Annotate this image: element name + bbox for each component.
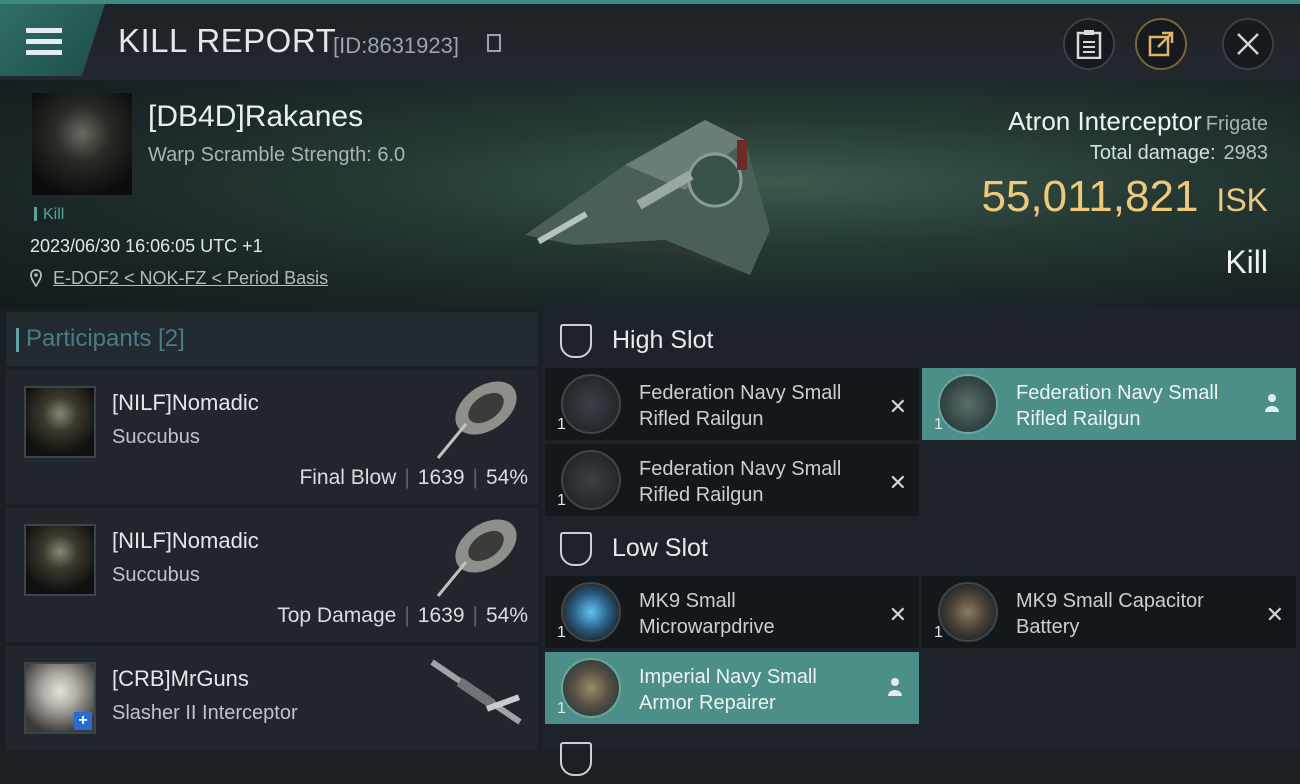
ship-name: Atron Interceptor	[1008, 106, 1202, 136]
stat-separator: |	[472, 604, 478, 627]
isk-amount: 55,011,821	[981, 172, 1199, 221]
module-qty: 1	[934, 624, 943, 641]
module-qty: 1	[557, 492, 566, 509]
location-pin-icon	[30, 269, 42, 288]
participant-ship-image	[436, 381, 517, 459]
participant-avatar[interactable]	[24, 386, 96, 458]
module-item[interactable]: 1 MK9 Small Capacitor Battery ✕	[922, 576, 1296, 648]
participant-portrait	[26, 388, 94, 456]
participant-portrait	[26, 526, 94, 594]
participant-row[interactable]: [NILF]Nomadic Succubus Final Blow | 1639 | 5…	[6, 370, 538, 504]
module-qty: 1	[557, 624, 566, 641]
high-slot-label: High Slot	[612, 326, 714, 354]
report-id: [ID:8631923]	[333, 33, 459, 58]
module-item[interactable]: 1 Imperial Navy Small Armor Repairer	[545, 652, 919, 724]
destroyed-x-icon: ✕	[1265, 602, 1284, 627]
menu-icon-bar	[26, 39, 62, 44]
ship-class: Frigate	[1205, 113, 1268, 135]
kill-result: Kill	[1225, 244, 1268, 280]
destroyed-x-icon: ✕	[888, 602, 907, 627]
person-icon	[888, 678, 902, 696]
participant-avatar[interactable]	[24, 524, 96, 596]
participant-ship-image	[436, 519, 517, 597]
participant-role: Top Damage	[277, 604, 397, 627]
participant-name: [CRB]MrGuns	[112, 666, 249, 691]
module-qty: 1	[557, 700, 566, 717]
total-damage-label: Total damage:	[1089, 142, 1216, 164]
participant-role: Final Blow	[299, 466, 397, 489]
participant-percent: 54%	[485, 604, 528, 627]
kill-tag: Kill	[34, 206, 64, 224]
participant-ship-image	[430, 659, 522, 725]
participants-header: Participants [2]	[6, 312, 538, 366]
module-name: MK9 Small Capacitor Battery	[1016, 590, 1204, 638]
victim-name[interactable]: [DB4D]Rakanes	[148, 100, 363, 134]
kill-datetime: 2023/06/30 16:06:05 UTC +1	[30, 236, 263, 256]
close-icon	[1237, 33, 1259, 55]
railgun-icon	[938, 374, 998, 434]
share-icon	[1148, 31, 1174, 57]
participant-percent: 54%	[485, 466, 528, 489]
participant-avatar[interactable]: +	[24, 662, 96, 734]
copy-icon[interactable]	[487, 34, 501, 52]
participant-ship: Slasher II Interceptor	[112, 702, 298, 724]
slot-icon	[560, 742, 592, 776]
clipboard-icon	[1076, 30, 1102, 59]
total-damage: Total damage: 2983	[1090, 142, 1268, 165]
low-slot-label: Low Slot	[612, 534, 708, 562]
module-qty: 1	[934, 416, 943, 433]
microwarpdrive-icon	[561, 582, 621, 642]
module-item[interactable]: 1 Federation Navy Small Rifled Railgun ✕	[545, 444, 919, 516]
module-qty: 1	[557, 416, 566, 433]
person-icon	[1265, 394, 1279, 412]
page-title: KILL REPORT	[118, 22, 337, 59]
location-link[interactable]: E-DOF2 < NOK-FZ < Period Basis	[53, 268, 328, 288]
module-name: Federation Navy Small Rifled Railgun	[1016, 382, 1219, 430]
close-button[interactable]	[1222, 18, 1274, 70]
railgun-icon	[561, 374, 621, 434]
participant-row[interactable]: + [CRB]MrGuns Slasher II Interceptor	[6, 646, 538, 750]
module-item[interactable]: 1 Federation Navy Small Rifled Railgun	[922, 368, 1296, 440]
participants-label: Participants [2]	[16, 325, 185, 352]
module-name: Federation Navy Small Rifled Railgun	[639, 458, 842, 506]
warp-scramble-strength: Warp Scramble Strength: 6.0	[148, 144, 406, 166]
destroyed-x-icon: ✕	[888, 394, 907, 419]
module-name: Federation Navy Small Rifled Railgun	[639, 382, 842, 430]
capacitor-battery-icon	[938, 582, 998, 642]
participant-row[interactable]: [NILF]Nomadic Succubus Top Damage | 1639 | 5…	[6, 508, 538, 642]
victim-ship-image	[525, 120, 770, 275]
participant-ship: Succubus	[112, 426, 200, 448]
railgun-icon	[561, 450, 621, 510]
low-slot-icon	[560, 532, 592, 566]
module-item[interactable]: 1 MK9 Small Microwarpdrive ✕	[545, 576, 919, 648]
isk-value: 55,011,821 ISK	[981, 172, 1268, 222]
plus-badge-icon: +	[74, 712, 92, 730]
participant-ship: Succubus	[112, 564, 200, 586]
isk-unit: ISK	[1216, 182, 1268, 218]
participant-damage: 1639	[417, 466, 465, 489]
total-damage-value: 2983	[1223, 142, 1269, 164]
participant-stats: Final Blow | 1639 | 54%	[299, 466, 528, 490]
module-name: MK9 Small Microwarpdrive	[639, 590, 775, 638]
victim-avatar[interactable]	[32, 93, 132, 195]
stat-separator: |	[404, 604, 410, 627]
clipboard-button[interactable]	[1063, 18, 1115, 70]
module-name: Imperial Navy Small Armor Repairer	[639, 666, 817, 714]
participant-stats: Top Damage | 1639 | 54%	[277, 604, 528, 628]
high-slot-icon	[560, 324, 592, 358]
participant-damage: 1639	[417, 604, 465, 627]
armor-repairer-icon	[561, 658, 621, 718]
menu-icon-bar	[26, 50, 62, 55]
kill-location[interactable]: E-DOF2 < NOK-FZ < Period Basis	[30, 268, 328, 289]
destroyed-x-icon: ✕	[888, 470, 907, 495]
share-button[interactable]	[1135, 18, 1187, 70]
menu-icon	[26, 28, 62, 33]
stat-separator: |	[404, 466, 410, 489]
participant-name: [NILF]Nomadic	[112, 390, 259, 415]
participant-name: [NILF]Nomadic	[112, 528, 259, 553]
stat-separator: |	[472, 466, 478, 489]
victim-ship-type: Atron Interceptor Frigate	[1008, 106, 1268, 137]
module-item[interactable]: 1 Federation Navy Small Rifled Railgun ✕	[545, 368, 919, 440]
